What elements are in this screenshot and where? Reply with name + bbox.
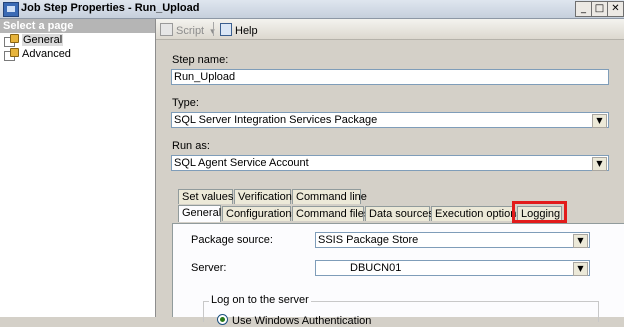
step-tabs: Set values Verification Command line Gen… [172, 187, 624, 327]
script-label: Script [176, 25, 205, 37]
page-selector-panel: Select a page General Advanced [0, 19, 156, 317]
server-value: DBUCN01 [350, 262, 402, 274]
maximize-button[interactable]: □ [591, 1, 608, 17]
tab-command-files[interactable]: Command files [292, 206, 369, 221]
page-selector-header: Select a page [0, 19, 155, 33]
title-bar: Job Step Properties - Run_Upload _ □ ✕ [0, 0, 624, 19]
page-icon [4, 48, 19, 61]
chevron-down-icon[interactable]: ▼ [592, 157, 607, 171]
package-source-label: Package source: [191, 234, 273, 246]
server-select[interactable]: DBUCN01 ▼ [315, 260, 590, 276]
window-title: Job Step Properties - Run_Upload [21, 2, 200, 14]
chevron-down-icon[interactable]: ▼ [573, 262, 588, 276]
radio-selected-icon[interactable] [217, 314, 228, 325]
window-app-icon [3, 2, 19, 17]
tab-data-sources[interactable]: Data sources [365, 206, 434, 221]
windows-auth-option[interactable]: Use Windows Authentication [217, 314, 371, 327]
logon-group-title: Log on to the server [209, 294, 311, 306]
script-button[interactable]: Script ▾ [160, 23, 215, 37]
package-source-value: SSIS Package Store [318, 234, 419, 246]
run-as-select-value: SQL Agent Service Account [174, 157, 309, 169]
step-name-label: Step name: [172, 54, 229, 66]
run-as-label: Run as: [172, 140, 210, 152]
server-label: Server: [191, 262, 227, 274]
general-tab-panel: Package source: SSIS Package Store ▼ Ser… [172, 223, 624, 327]
page-item-label: Advanced [22, 48, 71, 60]
chevron-down-icon[interactable]: ▼ [592, 114, 607, 128]
page-item-advanced[interactable]: Advanced [0, 47, 155, 61]
page-item-general[interactable]: General [0, 33, 155, 47]
logging-highlight-box [512, 201, 567, 223]
script-icon [160, 23, 173, 36]
toolbar-separator [213, 22, 214, 36]
tab-general[interactable]: General [178, 205, 221, 222]
tab-execution-options[interactable]: Execution options [431, 206, 522, 221]
help-button[interactable]: Help [220, 23, 258, 37]
step-name-input[interactable]: Run_Upload [171, 69, 609, 85]
page-icon [4, 34, 19, 47]
page-item-label: General [22, 34, 64, 46]
tab-verification[interactable]: Verification [234, 189, 292, 204]
close-button[interactable]: ✕ [607, 1, 624, 17]
tab-set-values[interactable]: Set values [178, 189, 233, 204]
chevron-down-icon[interactable]: ▼ [573, 234, 588, 248]
run-as-select[interactable]: SQL Agent Service Account ▼ [171, 155, 609, 171]
type-select[interactable]: SQL Server Integration Services Package … [171, 112, 609, 128]
main-form: Step name: Run_Upload Type: SQL Server I… [156, 40, 624, 327]
type-select-value: SQL Server Integration Services Package [174, 114, 378, 126]
type-label: Type: [172, 97, 199, 109]
help-icon [220, 23, 232, 36]
toolbar: Script ▾ Help [156, 19, 624, 40]
minimize-button[interactable]: _ [575, 1, 592, 17]
tab-configurations[interactable]: Configurations [222, 206, 297, 221]
tab-command-line[interactable]: Command line [292, 189, 367, 204]
package-source-select[interactable]: SSIS Package Store ▼ [315, 232, 590, 248]
help-label: Help [235, 25, 258, 37]
